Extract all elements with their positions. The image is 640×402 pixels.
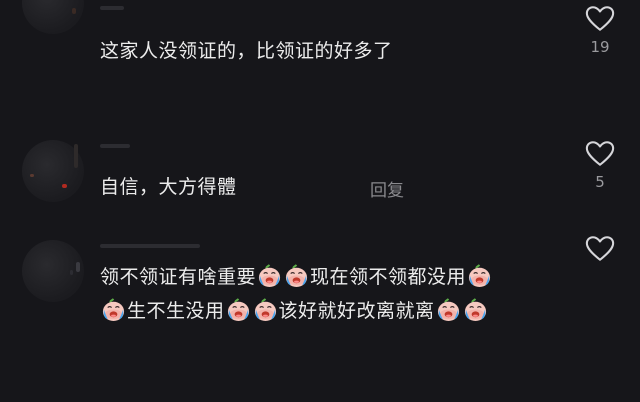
comment-text-segment: 领不领证有啥重要 xyxy=(100,266,257,288)
avatar[interactable] xyxy=(22,140,84,202)
like-button[interactable]: 5 xyxy=(580,140,620,191)
avatar-mark xyxy=(72,8,76,14)
reply-button[interactable]: 回复 xyxy=(370,176,404,201)
avatar-mark xyxy=(62,184,67,188)
comment-text: 这家人没领证的，比领证的好多了 xyxy=(100,40,393,62)
avatar-mark xyxy=(74,144,78,168)
comment-text-segment: 该好就好改离就离 xyxy=(278,300,435,322)
like-count: 5 xyxy=(595,173,605,191)
username[interactable] xyxy=(100,244,200,248)
avatar-mark xyxy=(70,270,73,275)
like-button[interactable] xyxy=(580,235,620,262)
heart-outline-icon xyxy=(585,235,615,262)
crying-face-sticker-icon xyxy=(101,297,126,322)
comment-item: 领不领证有啥重要 现在领不领都没用生不生没用 该好就好改离就离 xyxy=(0,230,640,402)
like-count: 19 xyxy=(590,38,610,56)
username[interactable] xyxy=(100,6,124,10)
comment-text: 领不领证有啥重要 现在领不领都没用生不生没用 该好就好改离就离 xyxy=(100,260,580,328)
avatar[interactable] xyxy=(22,240,84,302)
username[interactable] xyxy=(100,144,130,148)
comment-text-segment: 现在领不领都没用 xyxy=(310,266,467,288)
avatar-mark xyxy=(30,174,34,177)
comment-text: 自信，大方得體 xyxy=(100,176,237,198)
avatar[interactable] xyxy=(22,0,84,34)
crying-face-sticker-icon xyxy=(467,263,492,288)
heart-outline-icon xyxy=(585,5,615,32)
crying-face-sticker-icon xyxy=(436,297,461,322)
heart-outline-icon xyxy=(585,140,615,167)
avatar-mark xyxy=(76,262,80,272)
comment-item: 自信，大方得體 回复 5 xyxy=(0,120,640,230)
crying-face-sticker-icon xyxy=(253,297,278,322)
crying-face-sticker-icon xyxy=(226,297,251,322)
comment-text-segment: 生不生没用 xyxy=(127,300,225,322)
crying-face-sticker-icon xyxy=(463,297,488,322)
like-button[interactable]: 19 xyxy=(580,5,620,56)
crying-face-sticker-icon xyxy=(284,263,309,288)
comment-list: 这家人没领证的，比领证的好多了 19 自信，大方得體 回复 5 领不领证有啥重要… xyxy=(0,0,640,402)
comment-item: 这家人没领证的，比领证的好多了 19 xyxy=(0,0,640,120)
crying-face-sticker-icon xyxy=(257,263,282,288)
